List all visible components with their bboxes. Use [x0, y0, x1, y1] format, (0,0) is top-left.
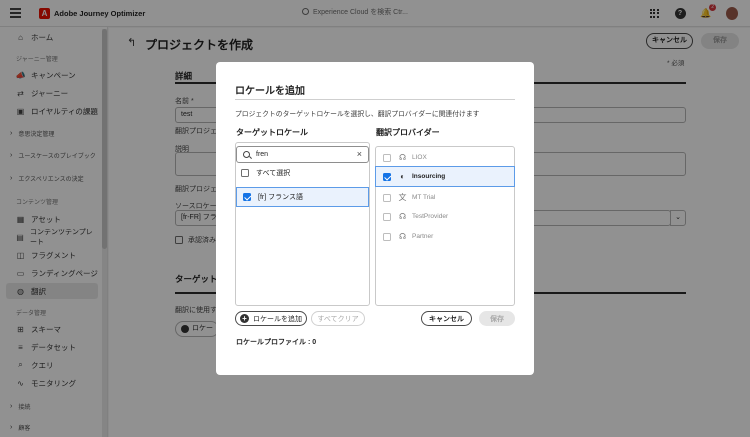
provider-item-testprovider[interactable]: ☊ TestProvider [376, 207, 514, 226]
checkbox[interactable] [383, 212, 391, 221]
headset-icon: ☊ [398, 153, 407, 162]
clear-icon[interactable]: × [357, 149, 362, 159]
provider-title: 翻訳プロバイダー [376, 128, 440, 137]
checkbox[interactable] [383, 153, 391, 162]
checkbox[interactable] [241, 169, 249, 177]
add-locale-label: ロケールを追加 [253, 315, 302, 323]
provider-item-mt-trial[interactable]: 文 MT Trial [376, 188, 514, 207]
locale-search-input[interactable]: fren × [236, 146, 369, 163]
add-icon: + [240, 314, 249, 323]
dialog-save-button[interactable]: 保存 [479, 311, 515, 326]
dialog-title: ロケールを追加 [235, 86, 305, 97]
locale-search-value: fren [256, 151, 269, 158]
select-all-checkbox[interactable]: すべて選択 [241, 168, 290, 178]
checkbox[interactable] [383, 172, 391, 181]
provider-item-partner[interactable]: ☊ Partner [376, 227, 514, 246]
insourcing-icon: ◐ [400, 172, 405, 181]
add-locale-button[interactable]: + ロケールを追加 [235, 311, 307, 326]
search-icon [243, 151, 250, 158]
provider-label: Partner [412, 233, 434, 240]
checkbox[interactable] [383, 193, 391, 202]
clear-all-button[interactable]: すべてクリア [311, 311, 365, 326]
locale-item-fr[interactable]: [fr] フランス語 [236, 187, 369, 207]
dialog-description: プロジェクトのターゲットロケールを選択し、翻訳プロバイダーに関連付けます [235, 111, 480, 118]
dialog-cancel-button[interactable]: キャンセル [421, 311, 472, 326]
target-locale-title: ターゲットロケール [236, 128, 308, 137]
locale-list-panel [235, 142, 370, 306]
headset-icon: ☊ [398, 212, 407, 221]
locale-profile-count: ロケールプロファイル : 0 [236, 339, 317, 346]
select-all-label: すべて選択 [256, 170, 291, 177]
provider-label: Insourcing [412, 173, 446, 180]
machine-translate-icon: 文 [398, 193, 407, 202]
headset-icon: ☊ [398, 232, 407, 241]
locale-item-label: [fr] フランス語 [258, 194, 303, 201]
checkbox[interactable] [383, 232, 391, 241]
provider-label: TestProvider [412, 213, 449, 220]
provider-item-insourcing[interactable]: ◐ Insourcing [375, 166, 515, 187]
provider-item-liox[interactable]: ☊ LIOX [376, 148, 514, 167]
dialog-divider [235, 99, 515, 100]
provider-label: MT Trial [412, 194, 436, 201]
provider-label: LIOX [412, 154, 427, 161]
checkbox[interactable] [243, 193, 251, 201]
